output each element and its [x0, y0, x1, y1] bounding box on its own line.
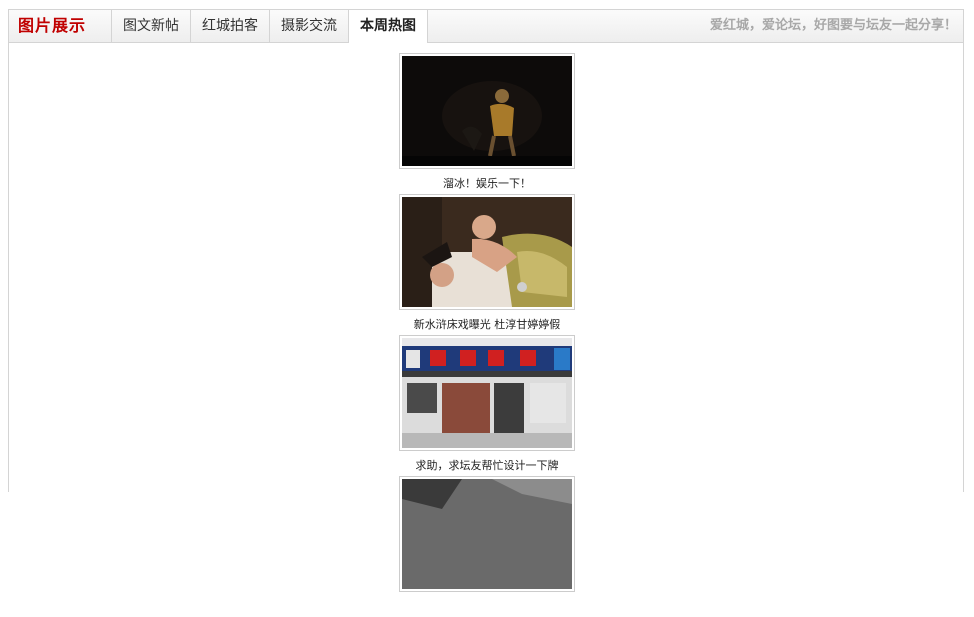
photo-drama	[402, 197, 572, 307]
tab-new-posts[interactable]: 图文新帖	[111, 10, 190, 42]
photo-shop-sign	[402, 338, 572, 448]
header-slogan: 爱红城，爱论坛，好图要与坛友一起分享！	[709, 18, 957, 33]
tab-bar: 图文新帖 红城拍客 摄影交流 本周热图	[111, 10, 428, 43]
thumbnail-caption[interactable]: 新水浒床戏曝光 杜淳甘婷婷假	[399, 316, 575, 332]
tab-photography[interactable]: 摄影交流	[269, 10, 348, 42]
gallery-item: 新水浒床戏曝光 杜淳甘婷婷假	[399, 194, 575, 335]
thumbnail-drama[interactable]	[399, 194, 575, 310]
thumbnail-skating[interactable]	[399, 53, 575, 169]
thumbnail-shop-sign[interactable]	[399, 335, 575, 451]
photo-next	[402, 479, 572, 589]
thumbnail-caption[interactable]: 求助，求坛友帮忙设计一下牌	[399, 457, 575, 473]
panel-title: 图片展示	[18, 16, 87, 35]
gallery-item: 溜冰！娱乐一下！	[399, 53, 575, 194]
picture-showcase-panel: 图片展示 图文新帖 红城拍客 摄影交流 本周热图 爱红城，爱论坛，好图要与坛友一…	[8, 9, 964, 592]
panel-header: 图片展示 图文新帖 红城拍客 摄影交流 本周热图 爱红城，爱论坛，好图要与坛友一…	[9, 10, 963, 43]
tab-city-photographers[interactable]: 红城拍客	[190, 10, 269, 42]
gallery-item: 求助，求坛友帮忙设计一下牌	[399, 335, 575, 476]
gallery-item	[399, 476, 575, 617]
thumbnail-caption[interactable]: 溜冰！娱乐一下！	[399, 175, 575, 191]
tab-weekly-hot[interactable]: 本周热图	[348, 10, 428, 43]
image-gallery: 溜冰！娱乐一下！ 新水浒床戏曝光 杜淳甘婷婷假 求助，求坛友帮忙设计一下牌	[399, 53, 575, 617]
thumbnail-next[interactable]	[399, 476, 575, 592]
photo-skating	[402, 56, 572, 166]
